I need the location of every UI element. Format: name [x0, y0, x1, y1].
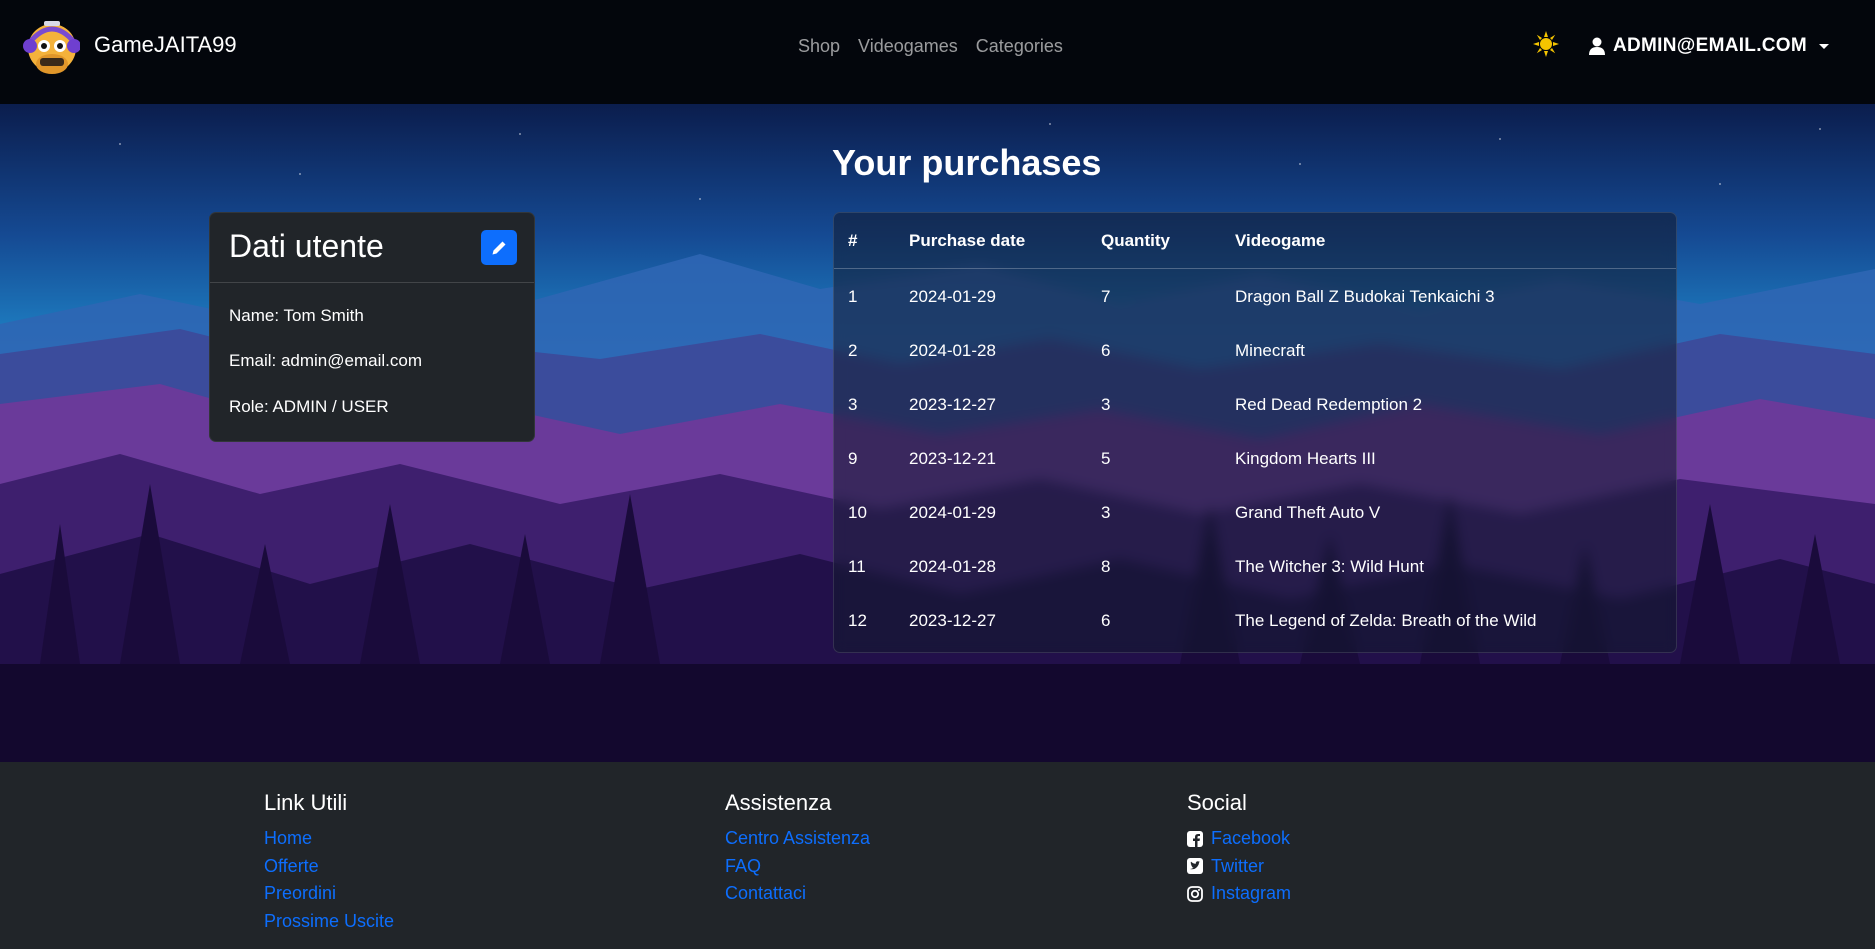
footer-link-twitter[interactable]: Twitter: [1187, 853, 1291, 881]
table-row: 12 2023-12-27 6 The Legend of Zelda: Bre…: [834, 593, 1676, 647]
cell-date: 2024-01-29: [909, 287, 996, 306]
footer-link-home[interactable]: Home: [264, 825, 394, 853]
cell-quantity: 8: [1101, 557, 1111, 576]
cell-date: 2024-01-29: [909, 503, 996, 522]
cell-videogame: Minecraft: [1235, 341, 1305, 360]
brand-name: GameJAITA99: [94, 32, 237, 57]
table-row: 10 2024-01-29 3 Grand Theft Auto V: [834, 485, 1676, 539]
user-email: Email: admin@email.com: [229, 351, 422, 370]
cell-id: 2: [848, 341, 858, 360]
footer-link-preorders[interactable]: Preordini: [264, 880, 394, 908]
footer-link-facebook[interactable]: Facebook: [1187, 825, 1291, 853]
user-role: Role: ADMIN / USER: [229, 397, 389, 416]
footer-link-upcoming[interactable]: Prossime Uscite: [264, 908, 394, 936]
cell-date: 2023-12-21: [909, 449, 996, 468]
user-icon: [1589, 37, 1605, 55]
cell-id: 1: [848, 287, 858, 306]
cell-id: 11: [848, 557, 866, 576]
table-row: 1 2024-01-29 7 Dragon Ball Z Budokai Ten…: [834, 269, 1676, 323]
footer-heading-social: Social: [1187, 790, 1247, 815]
cell-id: 9: [848, 449, 858, 468]
nav-link-categories[interactable]: Categories: [976, 36, 1063, 57]
footer-column-support: Assistenza Centro Assistenza FAQ Contatt…: [725, 790, 870, 908]
main-nav: Shop Videogames Categories: [798, 36, 1063, 57]
user-card-title: Dati utente: [229, 228, 384, 264]
cell-id: 10: [848, 503, 867, 522]
twitter-label: Twitter: [1211, 855, 1265, 876]
sun-icon[interactable]: [1533, 31, 1559, 57]
table-row: 3 2023-12-27 3 Red Dead Redemption 2: [834, 377, 1676, 431]
footer-heading-links: Link Utili: [264, 790, 348, 815]
footer-link-offers[interactable]: Offerte: [264, 853, 394, 881]
brand[interactable]: GameJAITA99: [22, 12, 237, 78]
cell-videogame: The Witcher 3: Wild Hunt: [1235, 557, 1424, 576]
pencil-icon: [492, 241, 506, 254]
nav-link-shop[interactable]: Shop: [798, 36, 840, 57]
user-name: Name: Tom Smith: [229, 306, 364, 325]
cell-videogame: Grand Theft Auto V: [1235, 503, 1381, 522]
footer-heading-support: Assistenza: [725, 790, 832, 815]
instagram-icon: [1187, 885, 1203, 902]
footer-link-faq[interactable]: FAQ: [725, 853, 870, 881]
user-info-card: Dati utente Name: Tom Smith Email: admin…: [209, 212, 535, 442]
chevron-down-icon: [1819, 43, 1830, 49]
cell-videogame: Kingdom Hearts III: [1235, 449, 1376, 468]
column-header-quantity: Quantity: [1101, 231, 1170, 250]
cell-quantity: 3: [1101, 503, 1111, 522]
footer-link-contact[interactable]: Contattaci: [725, 880, 870, 908]
footer-column-links: Link Utili Home Offerte Preordini Prossi…: [264, 790, 394, 935]
user-dropdown[interactable]: ADMIN@EMAIL.COM: [1589, 35, 1830, 57]
facebook-icon: [1187, 830, 1203, 847]
cell-date: 2024-01-28: [909, 557, 996, 576]
table-row: 9 2023-12-21 5 Kingdom Hearts III: [834, 431, 1676, 485]
table-header: # Purchase date Quantity Videogame: [834, 213, 1676, 269]
purchases-table: # Purchase date Quantity Videogame 1 202…: [833, 212, 1677, 653]
footer-link-instagram[interactable]: Instagram: [1187, 880, 1291, 908]
nav-link-videogames[interactable]: Videogames: [858, 36, 958, 57]
footer-link-help-center[interactable]: Centro Assistenza: [725, 825, 870, 853]
column-header-videogame: Videogame: [1235, 231, 1326, 250]
logo-icon: [22, 12, 81, 78]
table-row: 11 2024-01-28 8 The Witcher 3: Wild Hunt: [834, 539, 1676, 593]
cell-videogame: Red Dead Redemption 2: [1235, 395, 1423, 414]
hero-background: Your purchases Dati utente Name: Tom Smi…: [0, 104, 1875, 762]
instagram-label: Instagram: [1211, 883, 1292, 904]
column-header-id: #: [848, 231, 858, 250]
cell-date: 2023-12-27: [909, 395, 996, 414]
cell-quantity: 7: [1101, 287, 1111, 306]
cell-videogame: Dragon Ball Z Budokai Tenkaichi 3: [1235, 287, 1495, 306]
table-row: 2 2024-01-28 6 Minecraft: [834, 323, 1676, 377]
user-card-header: Dati utente: [210, 213, 534, 283]
facebook-label: Facebook: [1211, 828, 1291, 849]
cell-quantity: 6: [1101, 611, 1111, 630]
cell-id: 12: [848, 611, 867, 630]
cell-quantity: 5: [1101, 449, 1111, 468]
footer: Link Utili Home Offerte Preordini Prossi…: [0, 762, 1875, 949]
cell-date: 2024-01-28: [909, 341, 996, 360]
column-header-date: Purchase date: [909, 231, 1026, 250]
page-title: Your purchases: [832, 142, 1102, 183]
footer-column-social: Social Facebook Twitter Instagram: [1187, 790, 1291, 908]
edit-user-button[interactable]: [481, 230, 517, 265]
user-email-label: ADMIN@EMAIL.COM: [1613, 35, 1808, 56]
twitter-icon: [1187, 858, 1203, 875]
cell-quantity: 6: [1101, 341, 1111, 360]
cell-videogame: The Legend of Zelda: Breath of the Wild: [1235, 611, 1537, 630]
cell-quantity: 3: [1101, 395, 1111, 414]
cell-date: 2023-12-27: [909, 611, 996, 630]
top-navbar: GameJAITA99 Shop Videogames Categories A…: [0, 0, 1875, 104]
cell-id: 3: [848, 395, 858, 414]
